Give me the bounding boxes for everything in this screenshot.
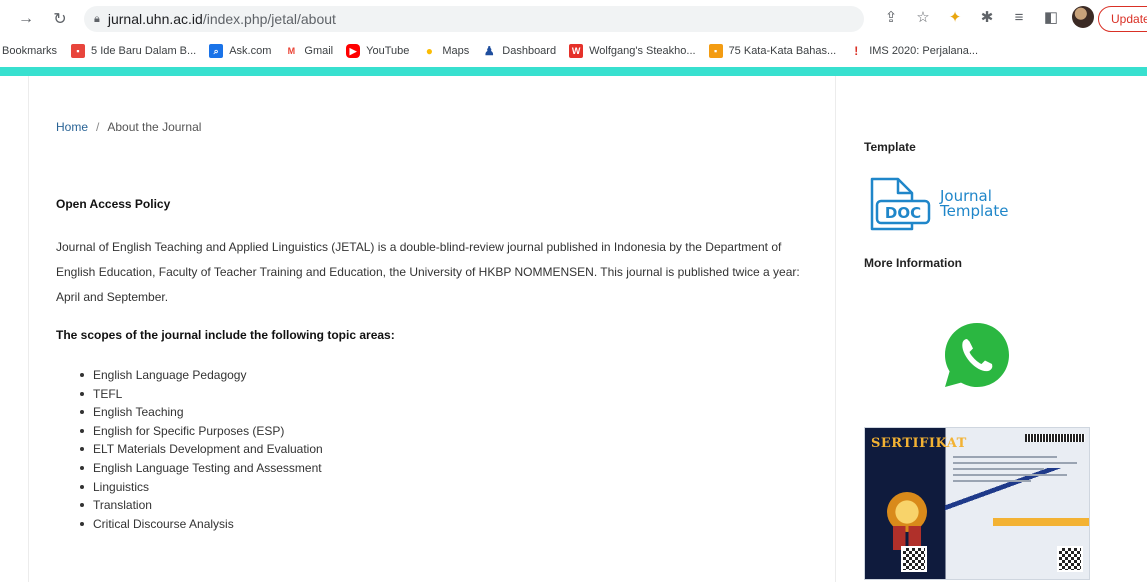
profile-avatar[interactable]	[1072, 6, 1094, 28]
youtube-icon: ▶	[346, 44, 361, 58]
bookmark-item[interactable]: M Gmail	[284, 44, 333, 58]
bookmark-item[interactable]: ● Maps	[422, 44, 469, 58]
certificate-text-lines	[953, 456, 1083, 486]
barcode-graphic	[1025, 434, 1085, 442]
back-arrow-icon[interactable]: →	[12, 5, 40, 33]
certificate-title: SERTIFIKAT	[871, 436, 967, 451]
journal-template-link[interactable]: DOC Journal Template	[864, 176, 1024, 232]
article-icon: ▪	[708, 44, 723, 58]
extension-icon[interactable]: ✦	[944, 6, 966, 28]
more-information-heading: More Information	[864, 256, 962, 270]
doc-file-icon: DOC	[870, 177, 931, 231]
maps-pin-icon: ●	[422, 44, 437, 58]
bookmark-item[interactable]: ▶ YouTube	[346, 44, 409, 58]
url-path: /index.php/jetal/about	[202, 11, 336, 27]
scopes-list: English Language Pedagogy TEFL English T…	[77, 366, 323, 533]
bookmark-item[interactable]: ▪ 5 Ide Baru Dalam B...	[71, 44, 196, 58]
address-bar[interactable]: 🔒︎ jurnal.uhn.ac.id/index.php/jetal/abou…	[84, 6, 864, 32]
gmail-icon: M	[284, 44, 299, 58]
dashboard-icon: ♟	[482, 44, 497, 58]
bookmarks-label[interactable]: Bookmarks	[2, 45, 57, 57]
share-icon[interactable]: ⇪	[880, 6, 902, 28]
reload-icon[interactable]: ↻	[46, 5, 74, 33]
browser-toolbar: → ↻ 🔒︎ jurnal.uhn.ac.id/index.php/jetal/…	[0, 0, 1147, 38]
qr-code-icon	[901, 546, 927, 572]
main-content: Home / About the Journal Open Access Polic…	[28, 76, 836, 582]
certificate-image[interactable]: SERTIFIKAT	[864, 427, 1090, 580]
reading-list-icon[interactable]: ≡	[1008, 6, 1030, 28]
scopes-heading: The scopes of the journal include the fo…	[56, 328, 395, 342]
certificate-band	[993, 518, 1089, 526]
ims-icon: !	[849, 44, 864, 58]
side-panel-icon[interactable]: ◧	[1040, 6, 1062, 28]
template-label: Journal Template	[940, 187, 1009, 220]
bookmarks-bar: Bookmarks ▪ 5 Ide Baru Dalam B... ⌕ Ask.co…	[0, 38, 1147, 64]
qr-code-icon	[1057, 546, 1083, 572]
puzzle-icon[interactable]: ✱	[976, 6, 998, 28]
list-item: English Teaching	[77, 403, 323, 422]
restaurant-icon: W	[569, 44, 584, 58]
bookmark-item[interactable]: ♟ Dashboard	[482, 44, 556, 58]
news-icon: ▪	[71, 44, 86, 58]
open-access-heading: Open Access Policy	[56, 197, 171, 211]
list-item: English Language Pedagogy	[77, 366, 323, 385]
bookmark-item[interactable]: ⌕ Ask.com	[209, 44, 271, 58]
breadcrumb-home-link[interactable]: Home	[56, 120, 88, 134]
list-item: Translation	[77, 496, 323, 515]
breadcrumb-current: About the Journal	[107, 120, 202, 134]
list-item: English Language Testing and Assessment	[77, 459, 323, 478]
list-item: English for Specific Purposes (ESP)	[77, 422, 323, 441]
whatsapp-icon[interactable]	[940, 318, 1014, 392]
bookmark-item[interactable]: ▪ 75 Kata-Kata Bahas...	[708, 44, 836, 58]
journal-description: Journal of English Teaching and Applied …	[56, 240, 800, 304]
list-item: Critical Discourse Analysis	[77, 515, 323, 534]
lock-icon: 🔒︎	[94, 12, 100, 25]
url-host: jurnal.uhn.ac.id	[107, 11, 203, 27]
list-item: TEFL	[77, 385, 323, 404]
svg-text:DOC: DOC	[885, 204, 921, 222]
bookmark-item[interactable]: ! IMS 2020: Perjalana...	[849, 44, 978, 58]
search-icon: ⌕	[209, 44, 224, 58]
star-icon[interactable]: ☆	[912, 6, 934, 28]
bookmark-item[interactable]: W Wolfgang's Steakho...	[569, 44, 696, 58]
update-button[interactable]: Update	[1098, 6, 1147, 32]
breadcrumb: Home / About the Journal	[56, 120, 201, 134]
list-item: ELT Materials Development and Evaluation	[77, 440, 323, 459]
list-item: Linguistics	[77, 478, 323, 497]
breadcrumb-separator: /	[96, 120, 100, 134]
template-heading: Template	[864, 140, 916, 154]
header-accent-bar	[0, 67, 1147, 76]
